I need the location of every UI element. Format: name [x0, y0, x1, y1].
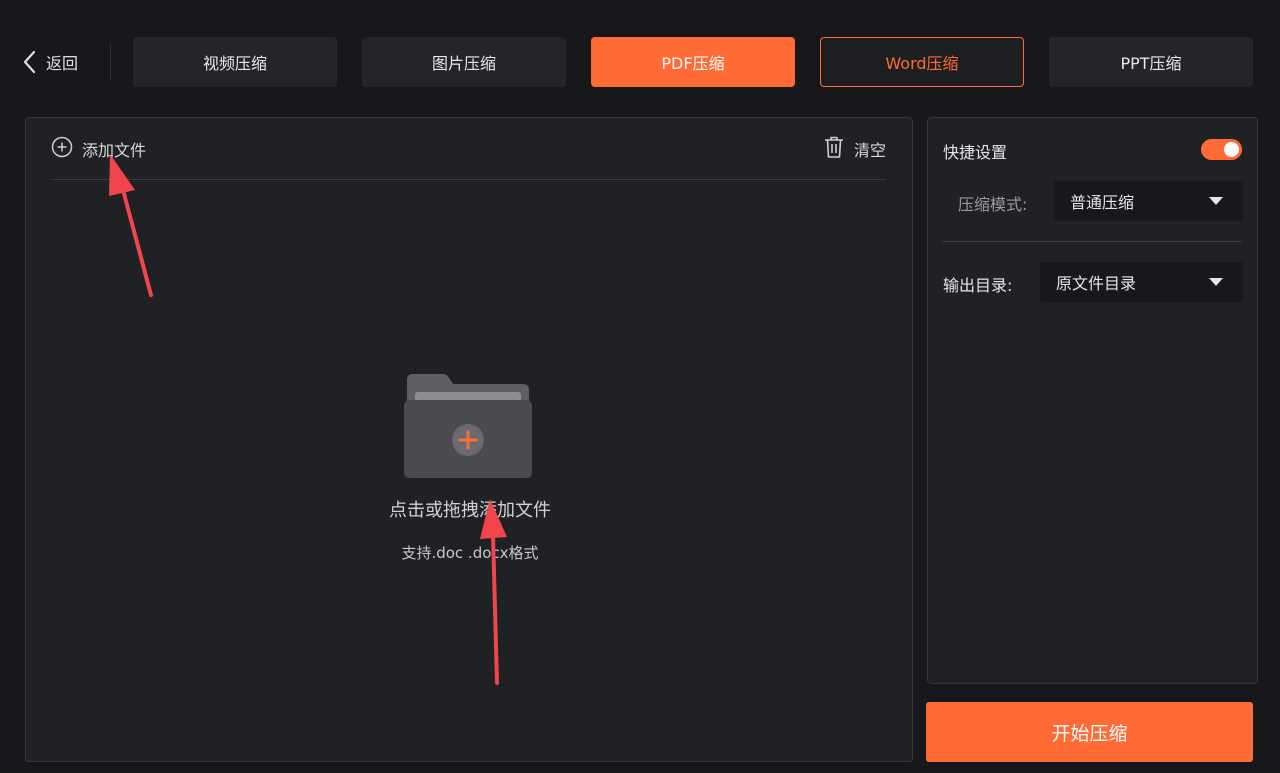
output-dir-select[interactable]: 原文件目录	[1040, 262, 1243, 302]
settings-panel: 快捷设置 压缩模式: 普通压缩 输出目录: 原文件目录	[927, 117, 1258, 684]
supported-formats: 支持.doc .docx格式	[401, 544, 539, 562]
plus-circle-icon	[51, 136, 73, 162]
chevron-left-icon	[22, 50, 38, 74]
drop-zone[interactable]: 点击或拖拽添加文件 支持.doc .docx格式	[370, 368, 570, 568]
caret-down-icon	[1209, 197, 1223, 205]
start-compress-button[interactable]: 开始压缩	[926, 702, 1253, 762]
back-button[interactable]: 返回	[22, 44, 78, 80]
output-dir-value: 原文件目录	[1056, 274, 1137, 293]
add-file-button[interactable]: 添加文件	[51, 136, 146, 162]
tab-pdf-compress[interactable]: PDF压缩	[591, 37, 795, 87]
trash-icon	[823, 135, 845, 163]
compress-mode-value: 普通压缩	[1070, 193, 1135, 212]
tab-word-compress[interactable]: Word压缩	[820, 37, 1024, 87]
app-window: 返回 视频压缩 图片压缩 PDF压缩 Word压缩 PPT压缩 添加文件 清空	[0, 0, 1280, 773]
topbar-separator	[110, 43, 111, 80]
settings-divider	[942, 241, 1242, 242]
quick-settings-label: 快捷设置	[943, 143, 1008, 162]
compress-mode-select[interactable]: 普通压缩	[1054, 181, 1243, 221]
clear-label: 清空	[853, 141, 886, 160]
caret-down-icon	[1209, 278, 1223, 286]
output-dir-label: 输出目录:	[943, 276, 1013, 295]
back-label: 返回	[46, 54, 79, 73]
folder-add-icon	[403, 372, 533, 486]
compress-mode-label: 压缩模式:	[958, 195, 1028, 214]
toggle-knob	[1224, 142, 1239, 157]
tab-ppt-compress[interactable]: PPT压缩	[1049, 37, 1253, 87]
tab-video-compress[interactable]: 视频压缩	[133, 37, 337, 87]
clear-button[interactable]: 清空	[823, 135, 886, 163]
file-panel: 添加文件 清空 点击或拖拽添加文件 支持.doc .docx格式	[25, 117, 913, 762]
panel-divider	[51, 179, 886, 180]
drop-title: 点击或拖拽添加文件	[389, 500, 551, 521]
tab-image-compress[interactable]: 图片压缩	[362, 37, 566, 87]
add-file-label: 添加文件	[82, 141, 147, 160]
quick-settings-toggle[interactable]	[1201, 139, 1242, 160]
